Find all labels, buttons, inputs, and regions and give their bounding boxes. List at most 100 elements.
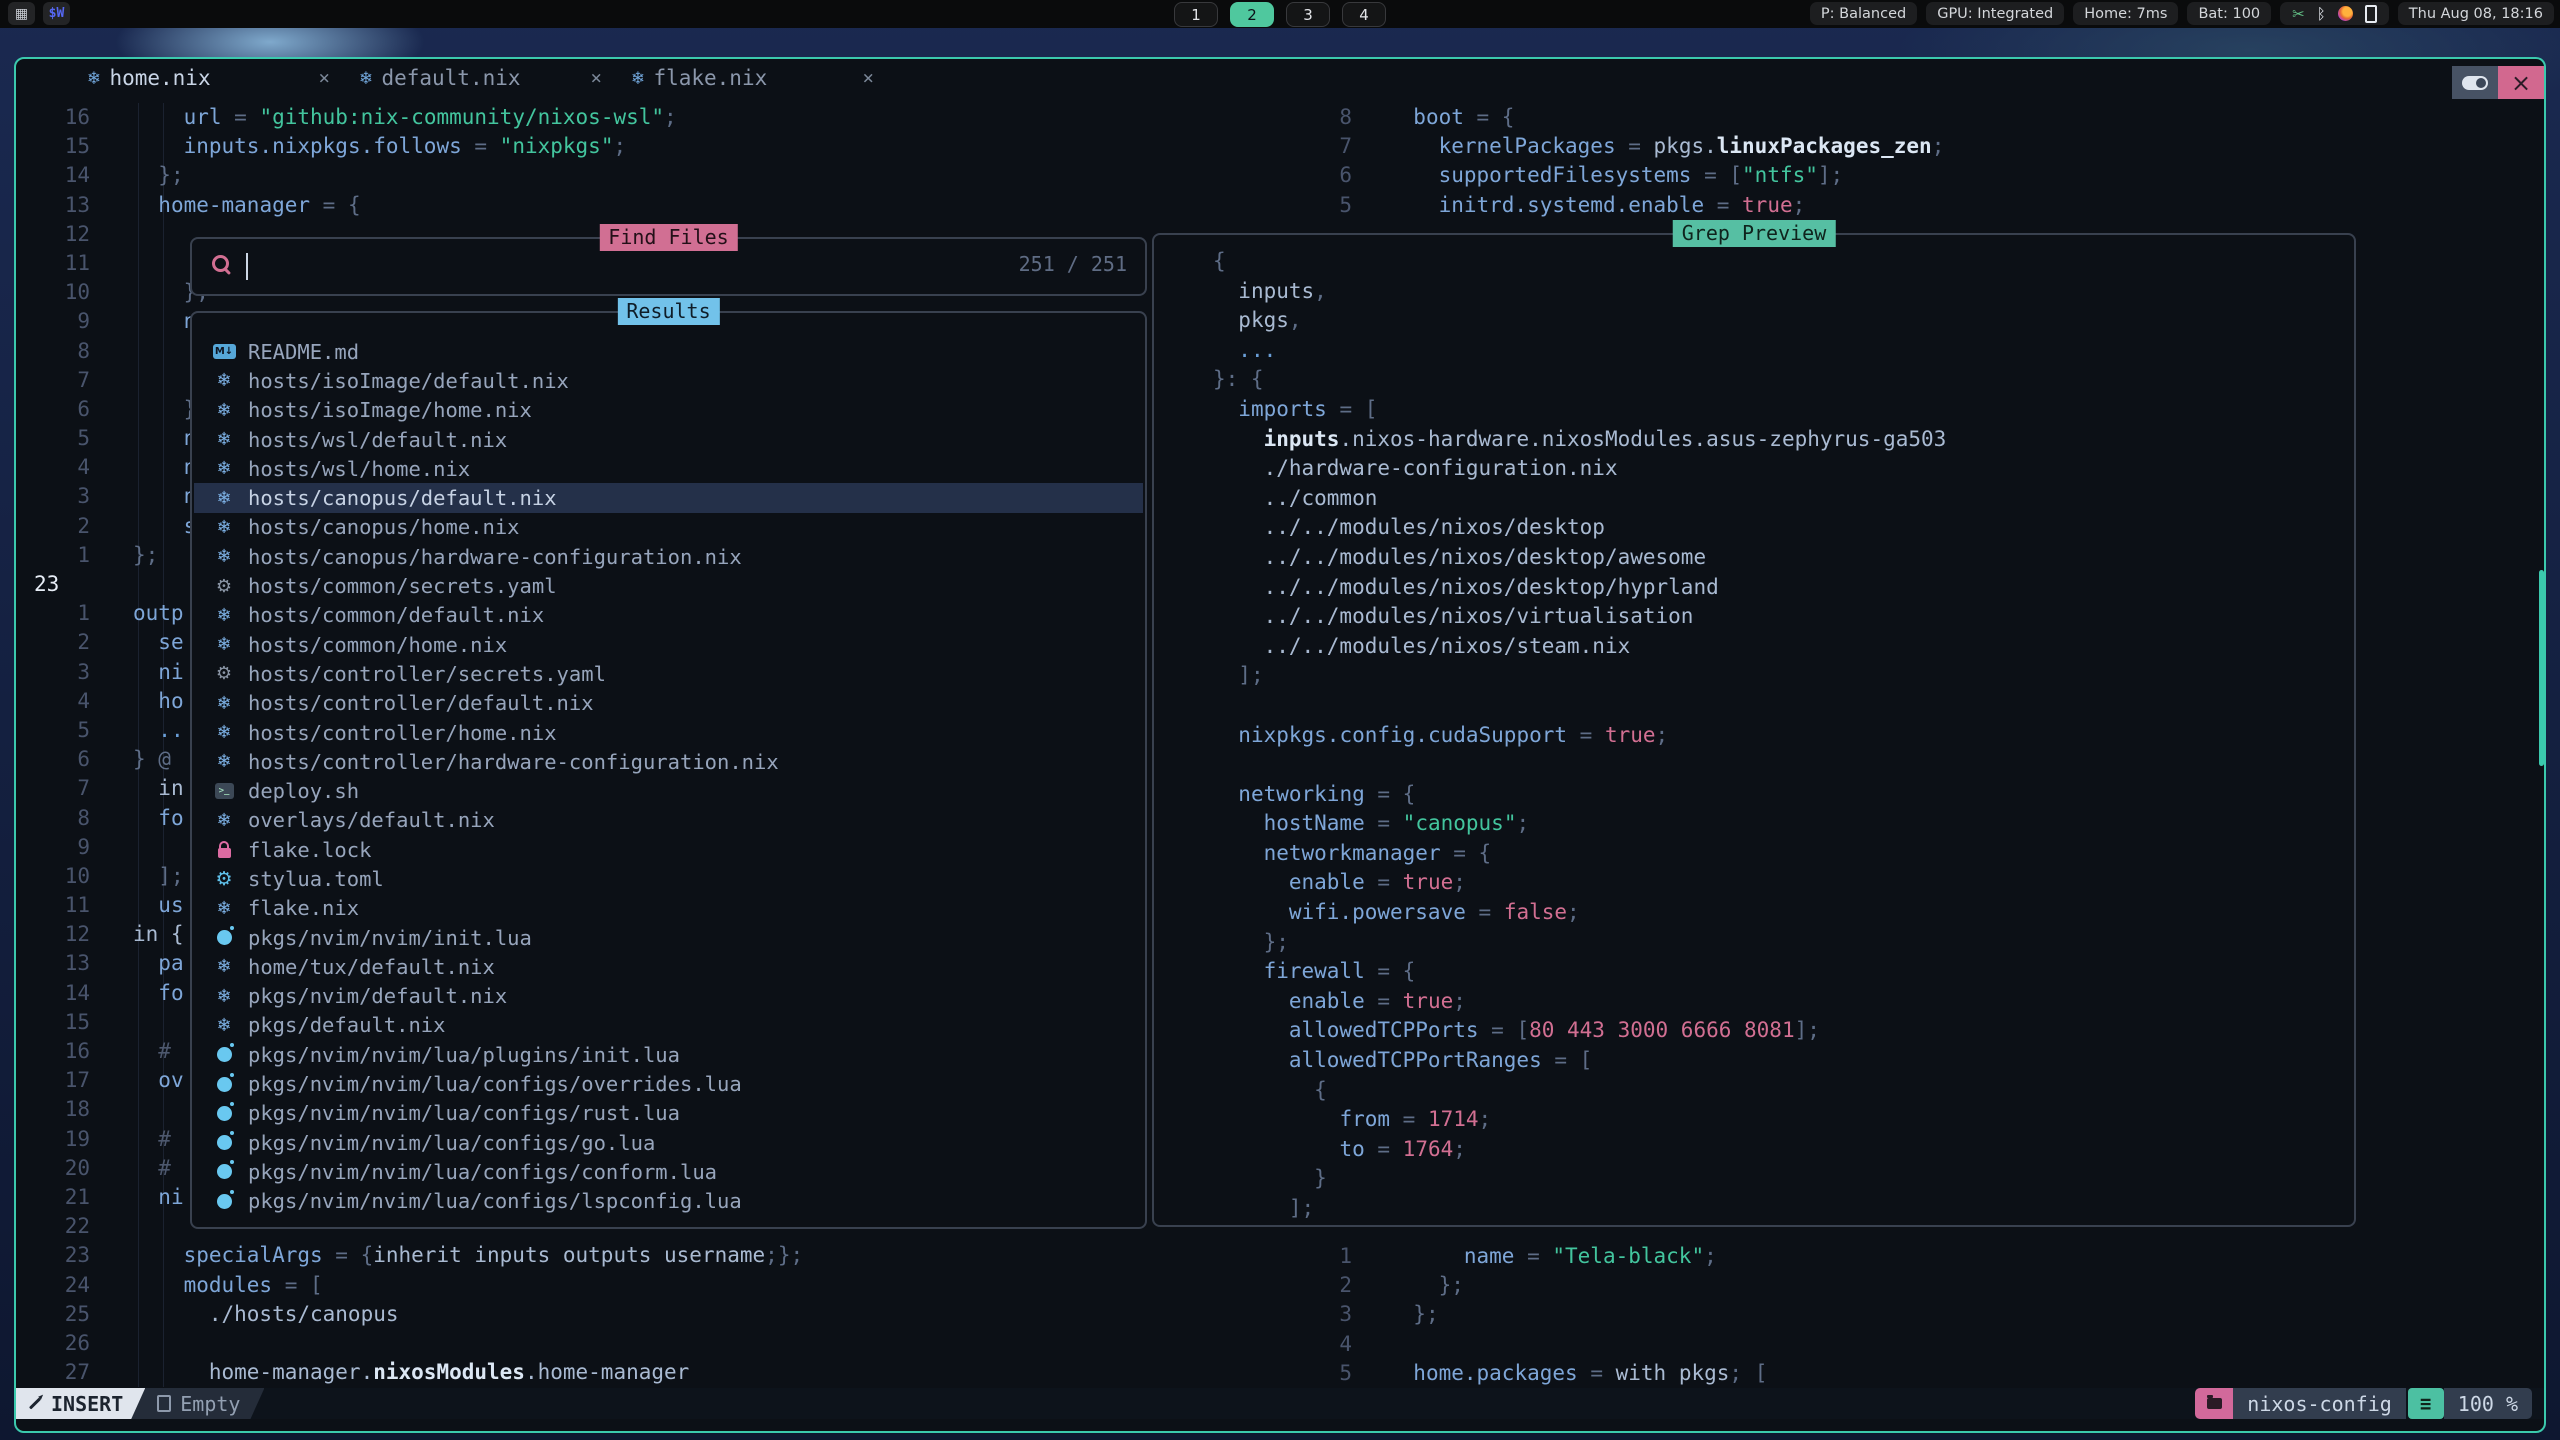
tab-home.nix[interactable]: ❄home.nix× [88, 59, 360, 97]
result-item[interactable]: pkgs/nvim/nvim/lua/configs/rust.lua [194, 1099, 1143, 1128]
find-files-prompt[interactable]: Find Files 251 / 251 [190, 237, 1147, 296]
file-icon-nix: ❄ [212, 722, 236, 743]
code-text: ho [90, 687, 184, 716]
scrollbar-thumb[interactable] [2539, 570, 2544, 766]
line-number: 6 [1286, 161, 1352, 190]
result-item[interactable]: pkgs/nvim/nvim/lua/plugins/init.lua [194, 1040, 1143, 1069]
browser-icon[interactable] [2338, 6, 2353, 21]
results-title: Results [617, 298, 719, 325]
result-item[interactable]: pkgs/nvim/nvim/lua/configs/conform.lua [194, 1157, 1143, 1186]
find-files-title: Find Files [599, 224, 737, 251]
result-label: hosts/isoImage/home.nix [248, 398, 532, 422]
nix-file-icon: ❄ [216, 751, 231, 772]
line-number: 14 [16, 161, 90, 190]
code-text: }; [1352, 1300, 1439, 1329]
code-text [90, 1008, 133, 1037]
code-text: home-manager = { [90, 191, 361, 220]
line-number: 2 [16, 628, 90, 657]
line-number: 2 [1286, 1271, 1352, 1300]
file-icon-nix: ❄ [212, 634, 236, 655]
nix-file-icon: ❄ [216, 722, 231, 743]
line-number: 12 [16, 920, 90, 949]
result-item[interactable]: ❄hosts/canopus/hardware-configuration.ni… [194, 542, 1143, 571]
tab-default.nix[interactable]: ❄default.nix× [360, 59, 632, 97]
preview-code: { inputs, pkgs, ...}: { imports = [ inpu… [1170, 247, 1946, 1224]
code-text: ../../modules/nixos/virtualisation [1170, 602, 1693, 632]
right-editor-pane-bottom[interactable]: 1 name = "Tela-black";2 };3 };45 home.pa… [1286, 1242, 1767, 1388]
phone-icon[interactable] [2365, 5, 2377, 23]
result-item[interactable]: ❄hosts/controller/default.nix [194, 689, 1143, 718]
result-item[interactable]: ⚙hosts/controller/secrets.yaml [194, 659, 1143, 688]
result-item[interactable]: ❄hosts/canopus/default.nix [194, 483, 1143, 512]
system-tray: ✂ᛒ [2280, 2, 2389, 25]
result-item[interactable]: ⚙stylua.toml [194, 864, 1143, 893]
result-item[interactable]: ❄hosts/common/home.nix [194, 630, 1143, 659]
results-list[interactable]: M↓README.md❄hosts/isoImage/default.nix❄h… [194, 337, 1143, 1221]
line-number: 1 [16, 599, 90, 628]
code-text: pa [90, 949, 184, 978]
code-line: wifi.powersave = false; [1170, 898, 1946, 928]
tab-close-icon[interactable]: × [591, 67, 602, 89]
result-item[interactable]: ❄hosts/canopus/home.nix [194, 513, 1143, 542]
tab-close-icon[interactable]: × [319, 67, 330, 89]
code-text: firewall = { [1170, 957, 1415, 987]
line-number: 14 [16, 979, 90, 1008]
result-item[interactable]: ❄pkgs/default.nix [194, 1011, 1143, 1040]
scroll-progress: 100 % [2444, 1388, 2532, 1419]
network-icon[interactable]: ✂ [2292, 5, 2305, 23]
tab-flake.nix[interactable]: ❄flake.nix× [632, 59, 904, 97]
window-close-button[interactable]: × [2498, 66, 2544, 99]
pin-toggle-button[interactable] [2452, 66, 2498, 99]
result-label: deploy.sh [248, 779, 359, 803]
result-item[interactable]: ❄flake.nix [194, 894, 1143, 923]
result-item[interactable]: pkgs/nvim/nvim/lua/configs/go.lua [194, 1128, 1143, 1157]
file-icon-lua [212, 1106, 236, 1121]
result-item[interactable]: ❄hosts/controller/hardware-configuration… [194, 747, 1143, 776]
file-icon-lua [212, 1135, 236, 1150]
result-item[interactable]: ❄hosts/wsl/default.nix [194, 425, 1143, 454]
workspace-2[interactable]: 2 [1230, 2, 1274, 27]
result-item[interactable]: pkgs/nvim/nvim/init.lua [194, 923, 1143, 952]
code-line [1170, 691, 1946, 721]
grep-preview-title: Grep Preview [1673, 220, 1836, 247]
result-item[interactable]: ❄hosts/controller/home.nix [194, 718, 1143, 747]
line-number: 16 [16, 103, 90, 132]
code-line: 16 url = "github:nix-community/nixos-wsl… [16, 103, 803, 132]
code-text [90, 249, 133, 278]
workspace-1[interactable]: 1 [1174, 2, 1218, 27]
apps-grid-icon[interactable]: ▦ [8, 2, 35, 25]
code-line: 4 [1286, 1330, 1767, 1359]
bluetooth-icon[interactable]: ᛒ [2317, 5, 2326, 23]
result-item[interactable]: pkgs/nvim/nvim/lua/configs/lspconfig.lua [194, 1187, 1143, 1216]
shell-script-icon: >_ [215, 783, 234, 799]
code-text: # [90, 1154, 171, 1183]
result-item[interactable]: ❄ hosts/isoImage/home.nix [194, 396, 1143, 425]
result-item[interactable]: flake.lock [194, 835, 1143, 864]
code-line: }: { [1170, 365, 1946, 395]
result-item[interactable]: ⚙hosts/common/secrets.yaml [194, 571, 1143, 600]
result-item[interactable]: ❄hosts/isoImage/default.nix [194, 366, 1143, 395]
result-item[interactable]: M↓README.md [194, 337, 1143, 366]
result-item[interactable]: ❄overlays/default.nix [194, 806, 1143, 835]
code-text: in { [90, 920, 184, 949]
workspace-3[interactable]: 3 [1286, 2, 1330, 27]
result-item[interactable]: ❄home/tux/default.nix [194, 952, 1143, 981]
nix-file-icon: ❄ [216, 517, 231, 538]
line-number: 21 [16, 1183, 90, 1212]
tab-close-icon[interactable]: × [863, 67, 874, 89]
workspace-4[interactable]: 4 [1342, 2, 1386, 27]
result-item[interactable]: ❄hosts/common/default.nix [194, 601, 1143, 630]
code-text: nixpkgs.config.cudaSupport = true; [1170, 721, 1668, 751]
result-item[interactable]: ❄pkgs/nvim/default.nix [194, 982, 1143, 1011]
code-line: nixpkgs.config.cudaSupport = true; [1170, 721, 1946, 751]
result-item[interactable]: ❄hosts/wsl/home.nix [194, 454, 1143, 483]
line-number: 9 [16, 833, 90, 862]
result-item[interactable]: pkgs/nvim/nvim/lua/configs/overrides.lua [194, 1069, 1143, 1098]
code-line: 6 supportedFilesystems = ["ntfs"]; [1286, 161, 1944, 190]
nix-file-icon: ❄ [216, 400, 231, 421]
code-line: } [1170, 1164, 1946, 1194]
result-item[interactable]: >_ deploy.sh [194, 776, 1143, 805]
code-text [90, 1095, 133, 1124]
right-editor-pane[interactable]: 8 boot = {7 kernelPackages = pkgs.linuxP… [1286, 103, 1944, 220]
tab-label: default.nix [381, 66, 520, 90]
